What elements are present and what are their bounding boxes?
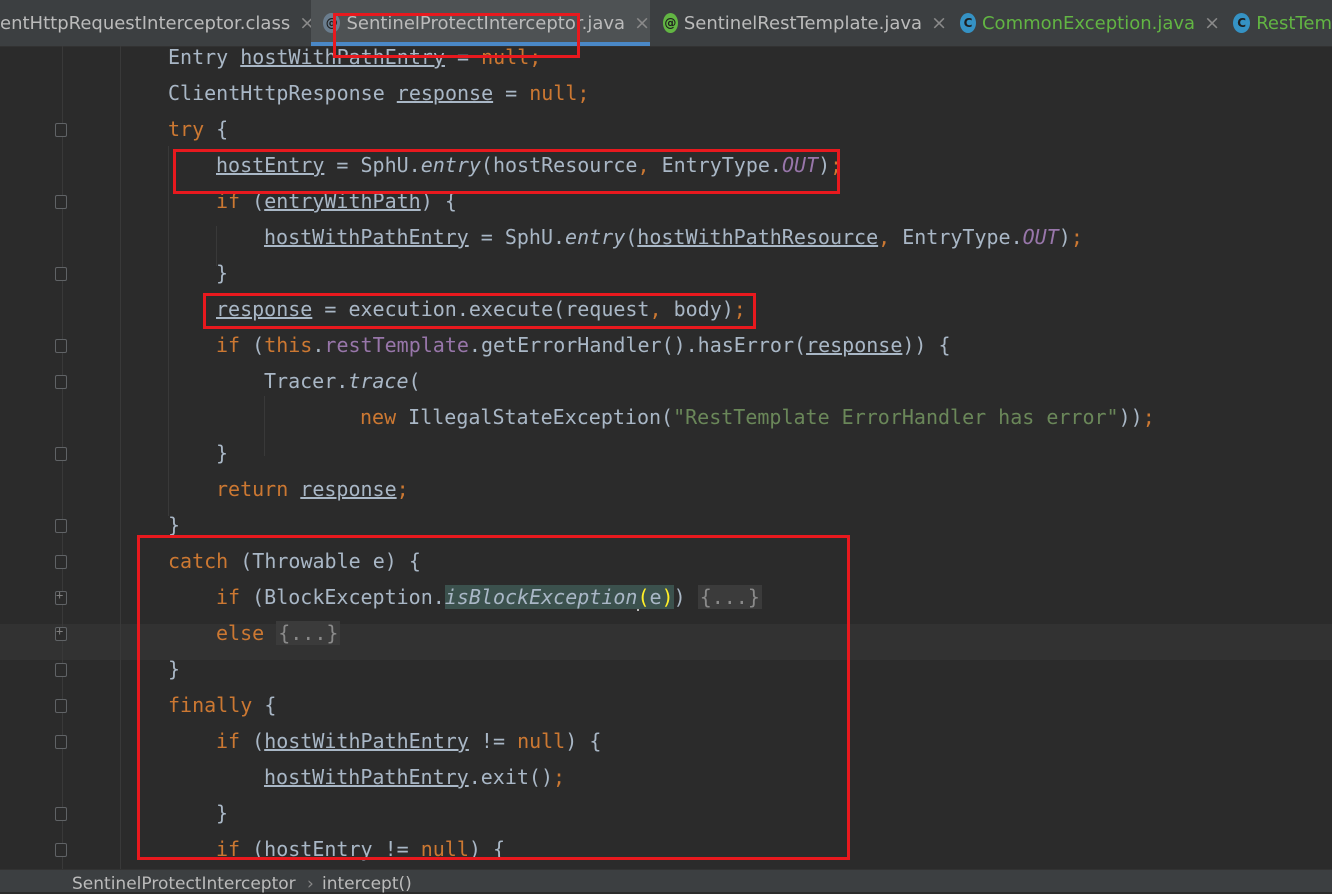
breadcrumb-class[interactable]: SentinelProtectInterceptor — [72, 874, 296, 894]
fold-marker-icon[interactable] — [55, 807, 67, 821]
annotation-class-icon: @ — [663, 13, 678, 33]
tab-label: CommonException.java — [981, 12, 1196, 34]
fold-marker-icon[interactable] — [55, 267, 67, 281]
tab-label: SentinelRestTemplate.java — [683, 12, 923, 34]
annotation-box-response — [203, 293, 756, 329]
class-icon: C — [960, 13, 976, 33]
fold-marker-icon[interactable] — [55, 555, 67, 569]
code-line: hostWithPathEntry = SphU.entry(hostWithP… — [264, 225, 1083, 249]
annotation-box-catch-finally — [137, 535, 850, 860]
expand-fold-icon[interactable] — [55, 624, 67, 641]
fold-marker-icon[interactable] — [55, 447, 67, 461]
code-line: try { — [168, 117, 229, 141]
code-line: } — [216, 441, 229, 465]
tab-label: entHttpRequestInterceptor.class — [0, 12, 291, 34]
tab-common-exception[interactable]: C CommonException.java × — [948, 0, 1220, 46]
fold-marker-icon[interactable] — [55, 123, 67, 137]
breadcrumb: SentinelProtectInterceptor › intercept() — [0, 869, 1332, 894]
fold-marker-icon[interactable] — [55, 663, 67, 677]
annotation-box-host-entry — [173, 149, 840, 194]
class-icon: C — [1233, 13, 1251, 33]
fold-marker-icon[interactable] — [55, 843, 67, 857]
editor-tab-bar: entHttpRequestInterceptor.class × @ Sent… — [0, 0, 1332, 47]
code-line: return response; — [216, 477, 409, 501]
tab-client-http-request-interceptor[interactable]: entHttpRequestInterceptor.class × — [0, 0, 315, 46]
code-line: } — [216, 261, 229, 285]
fold-marker-icon[interactable] — [55, 699, 67, 713]
tab-label: RestTem — [1256, 12, 1332, 34]
code-line: ClientHttpResponse response = null; — [168, 81, 590, 105]
tab-rest-template[interactable]: C RestTem — [1221, 0, 1332, 46]
code-line: new IllegalStateException("RestTemplate … — [360, 405, 1155, 429]
breadcrumb-method[interactable]: intercept() — [322, 874, 412, 894]
annotation-box-tab — [333, 13, 580, 58]
fold-marker-icon[interactable] — [55, 375, 67, 389]
fold-marker-icon[interactable] — [55, 735, 67, 749]
close-icon[interactable]: × — [931, 12, 947, 34]
fold-marker-icon[interactable] — [55, 195, 67, 209]
expand-fold-icon[interactable] — [55, 588, 67, 605]
fold-marker-icon[interactable] — [55, 519, 67, 533]
close-icon[interactable]: × — [1204, 12, 1220, 34]
code-line: if (this.restTemplate.getErrorHandler().… — [216, 333, 951, 357]
breadcrumb-separator: › — [307, 874, 314, 894]
tab-sentinel-rest-template[interactable]: @ SentinelRestTemplate.java × — [651, 0, 947, 46]
fold-marker-icon[interactable] — [55, 339, 67, 353]
close-icon[interactable]: × — [634, 12, 650, 34]
code-line: Tracer.trace( — [264, 369, 421, 393]
